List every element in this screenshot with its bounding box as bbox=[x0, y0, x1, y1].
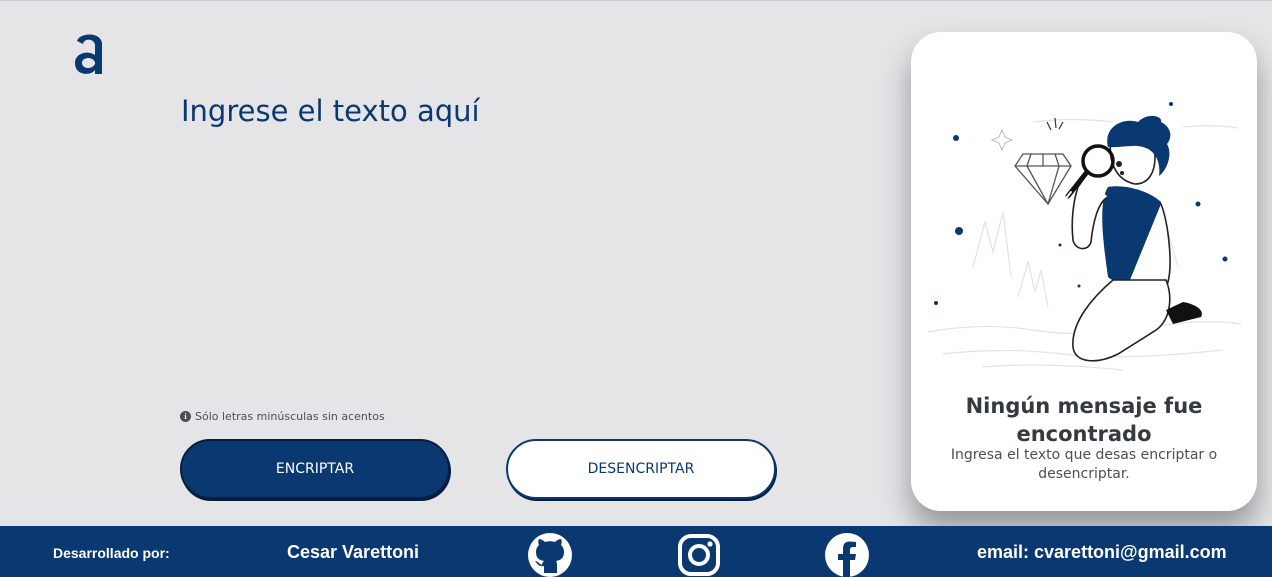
encrypt-button-label: ENCRIPTAR bbox=[275, 461, 355, 477]
empty-message-title: Ningún mensaje fue encontrado bbox=[965, 394, 1203, 446]
facebook-icon[interactable] bbox=[824, 532, 870, 577]
decrypt-button[interactable]: DESENCRIPTAR bbox=[506, 439, 776, 499]
github-icon[interactable] bbox=[527, 532, 573, 577]
alura-logo-icon bbox=[75, 34, 102, 74]
instagram-icon[interactable] bbox=[676, 532, 722, 577]
author-name: Cesar Varettoni bbox=[287, 542, 420, 562]
contact-email[interactable]: email: cvarettoni@gmail.com bbox=[977, 542, 1227, 563]
info-icon: i bbox=[180, 411, 191, 422]
empty-message-subtitle: Ingresa el texto que desas encriptar o d… bbox=[950, 447, 1218, 482]
developed-by-label: Desarrollado por: bbox=[53, 545, 170, 561]
encrypt-button[interactable]: ENCRIPTAR bbox=[180, 439, 450, 499]
message-input[interactable] bbox=[181, 93, 881, 383]
hint-text: Sólo letras minúsculas sin acentos bbox=[195, 410, 385, 423]
decrypt-button-label: DESENCRIPTAR bbox=[587, 461, 695, 477]
output-panel: Ningún mensaje fue encontrado Ingresa el… bbox=[911, 32, 1257, 511]
footer: Desarrollado por: Cesar Varettoni email:… bbox=[0, 526, 1272, 577]
hint: i Sólo letras minúsculas sin acentos bbox=[180, 410, 385, 423]
person-with-magnifier-illustration bbox=[927, 102, 1242, 371]
